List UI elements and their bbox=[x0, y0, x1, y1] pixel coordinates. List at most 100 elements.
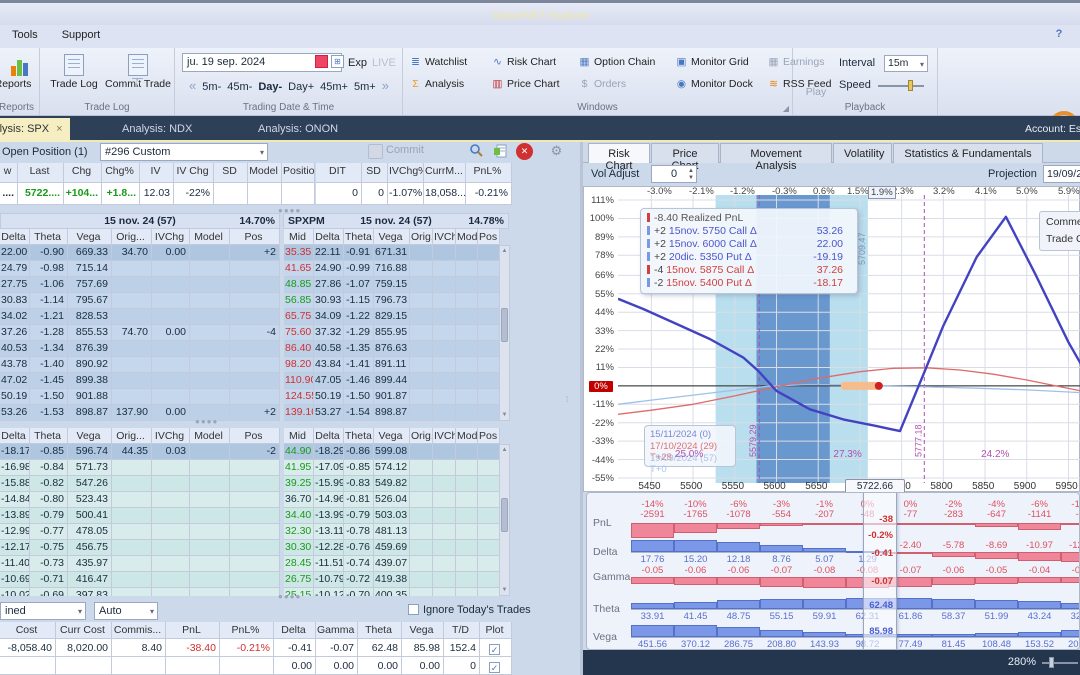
gear-icon[interactable]: ⚙ bbox=[548, 143, 565, 160]
chevrons-right-icon[interactable]: » bbox=[382, 78, 389, 93]
live-label[interactable]: LIVE bbox=[372, 57, 396, 69]
ignore-trades-checkbox[interactable]: Ignore Today's Trades bbox=[408, 604, 531, 616]
spin-down-icon[interactable]: ▼ bbox=[688, 175, 694, 182]
option-row[interactable]: -15.88-0.82547.2639.25-15.99-0.83549.82 bbox=[0, 476, 500, 492]
option-row[interactable]: 40.53-1.34876.3986.4040.58-1.35876.63 bbox=[0, 341, 500, 357]
window-button-orders: $Orders bbox=[578, 78, 626, 90]
strategy-dropdown[interactable]: #296 Custom▾ bbox=[100, 143, 268, 161]
menu-item-support[interactable]: Support bbox=[50, 25, 113, 45]
chart-tab-movement-analysis[interactable]: Movement Analysis bbox=[720, 143, 832, 163]
zoom-slider-thumb[interactable] bbox=[1049, 657, 1054, 668]
option-row[interactable]: 22.00-0.90669.3334.700.00+235.3522.11-0.… bbox=[0, 245, 500, 261]
cell: 523.43 bbox=[68, 492, 112, 508]
delete-icon[interactable]: ✕ bbox=[516, 143, 533, 160]
step-Day-[interactable]: Day- bbox=[258, 81, 282, 93]
option-row[interactable]: -10.69-0.71416.4726.75-10.79-0.72419.38 bbox=[0, 572, 500, 588]
option-row[interactable]: 34.02-1.21828.5365.7534.09-1.22829.15 bbox=[0, 309, 500, 325]
cell: 8,020.00 bbox=[56, 639, 112, 657]
chart-tab-volatility[interactable]: Volatility bbox=[833, 143, 892, 163]
scroll-thumb[interactable] bbox=[501, 308, 508, 342]
comment-box[interactable]: Comme Trade C bbox=[1039, 211, 1080, 251]
step-45m+[interactable]: 45m+ bbox=[320, 81, 348, 93]
scroll-up-icon[interactable]: ▲ bbox=[500, 248, 509, 254]
scroll-down-icon[interactable]: ▼ bbox=[500, 412, 509, 418]
scroll-down-icon[interactable]: ▼ bbox=[500, 587, 509, 593]
close-icon[interactable]: × bbox=[56, 123, 62, 135]
combined-dropdown[interactable]: ined▾ bbox=[0, 602, 86, 620]
panel-splitter[interactable]: ⁞ bbox=[566, 395, 574, 404]
option-row[interactable]: 47.02-1.45899.38110.9047.05-1.46899.44 bbox=[0, 373, 500, 389]
option-row[interactable]: -12.99-0.77478.0532.30-13.11-0.78481.13 bbox=[0, 524, 500, 540]
option-row[interactable]: 30.83-1.14795.6756.8530.93-1.15796.73 bbox=[0, 293, 500, 309]
commit-trade-button[interactable]: + Commit Trade bbox=[102, 54, 174, 90]
step-45m-[interactable]: 45m- bbox=[227, 81, 252, 93]
spin-up-icon[interactable]: ▲ bbox=[688, 168, 694, 175]
option-row[interactable]: 53.26-1.53898.87137.900.00+2139.1053.27-… bbox=[0, 405, 500, 421]
chevrons-left-icon[interactable]: « bbox=[189, 78, 196, 93]
step-Day+[interactable]: Day+ bbox=[288, 81, 314, 93]
tab-analysis-onon[interactable]: Analysis: ONON bbox=[248, 118, 368, 142]
option-row[interactable]: -13.89-0.79500.4134.40-13.99-0.79503.03 bbox=[0, 508, 500, 524]
window-button-monitor-grid[interactable]: ▣Monitor Grid bbox=[675, 56, 749, 68]
chart-tab-statistics-fundamentals[interactable]: Statistics & Fundamentals bbox=[893, 143, 1043, 163]
scroll-up-icon[interactable]: ▲ bbox=[500, 447, 509, 453]
tab-analysis-spx[interactable]: Analysis: SPX× bbox=[0, 118, 70, 142]
option-row[interactable]: 50.19-1.50901.88124.5550.19-1.50901.87 bbox=[0, 389, 500, 405]
scrollbar[interactable]: ▲▼ bbox=[499, 444, 510, 596]
auto-dropdown[interactable]: Auto▾ bbox=[94, 602, 158, 620]
window-button-watchlist[interactable]: ≣Watchlist bbox=[409, 56, 467, 68]
history-icon[interactable]: ⊞ bbox=[331, 55, 344, 68]
cell: 139.10 bbox=[284, 405, 314, 421]
projection-date-input[interactable]: 19/09/2024 bbox=[1043, 165, 1080, 183]
tab-analysis-ndx[interactable]: Analysis: NDX bbox=[112, 118, 224, 142]
chart-tab-price-chart[interactable]: Price Chart bbox=[651, 143, 719, 163]
option-row[interactable]: 24.79-0.98715.1441.6524.90-0.99716.88 bbox=[0, 261, 500, 277]
trade-log-button[interactable]: Trade Log bbox=[44, 54, 104, 90]
status-bar: 280% bbox=[583, 650, 1080, 675]
option-row[interactable]: 37.26-1.28855.5374.700.00-475.6037.32-1.… bbox=[0, 325, 500, 341]
greek-bar bbox=[1061, 630, 1080, 637]
search-icon[interactable] bbox=[468, 143, 485, 160]
step-5m-[interactable]: 5m- bbox=[202, 81, 221, 93]
checkbox-icon[interactable]: ✓ bbox=[489, 644, 500, 655]
exp-label[interactable]: Exp bbox=[348, 57, 367, 69]
col-header: Vega bbox=[402, 622, 444, 639]
commit-button[interactable]: Commit bbox=[386, 144, 424, 156]
cell: -0.73 bbox=[30, 556, 68, 572]
speed-slider[interactable] bbox=[878, 85, 924, 87]
export-sheet-icon[interactable] bbox=[492, 143, 509, 160]
window-button-analysis[interactable]: ΣAnalysis bbox=[409, 78, 464, 90]
vol-adjust-spinner[interactable]: 0 ▲ ▼ bbox=[651, 165, 697, 183]
greek-value: -5.78 bbox=[932, 540, 975, 551]
zoom-slider[interactable] bbox=[1042, 662, 1078, 664]
window-button-monitor-dock[interactable]: ◉Monitor Dock bbox=[675, 78, 753, 90]
window-button-option-chain[interactable]: ▦Option Chain bbox=[578, 56, 655, 68]
speed-slider-thumb[interactable] bbox=[908, 80, 913, 91]
cell: 47.05 bbox=[314, 373, 344, 389]
menu-item-tools[interactable]: Tools bbox=[0, 25, 50, 45]
option-row[interactable]: 27.75-1.06757.6948.8527.86-1.07759.15 bbox=[0, 277, 500, 293]
step-5m+[interactable]: 5m+ bbox=[354, 81, 376, 93]
scrollbar[interactable]: ▲▼ bbox=[499, 245, 510, 421]
chart-tab-risk-chart[interactable]: Risk Chart bbox=[588, 143, 650, 163]
cell: 435.97 bbox=[68, 556, 112, 572]
reports-button[interactable]: Reports bbox=[0, 54, 40, 90]
option-row[interactable]: -14.84-0.80523.4336.70-14.96-0.81526.04 bbox=[0, 492, 500, 508]
option-row[interactable]: -10.02-0.69397.8325.15-10.12-0.70400.35 bbox=[0, 588, 500, 596]
option-row[interactable]: -18.17-0.85596.7444.350.03-244.90-18.29-… bbox=[0, 444, 500, 460]
option-row[interactable]: -12.17-0.75456.7530.30-12.28-0.76459.69 bbox=[0, 540, 500, 556]
interval-dropdown[interactable]: 15m▾ bbox=[884, 55, 928, 72]
option-row[interactable]: -16.98-0.84571.7341.95-17.09-0.85574.12 bbox=[0, 460, 500, 476]
splitter-handle[interactable]: ●●●● bbox=[195, 417, 218, 426]
cell bbox=[456, 524, 478, 540]
window-button-risk-chart[interactable]: ∿Risk Chart bbox=[491, 56, 556, 68]
option-row[interactable]: -11.40-0.73435.9728.45-11.51-0.74439.07 bbox=[0, 556, 500, 572]
option-row[interactable]: 43.78-1.40890.9298.2043.84-1.41891.11 bbox=[0, 357, 500, 373]
calendar-icon[interactable] bbox=[315, 55, 328, 68]
cell: -0.21% bbox=[220, 639, 274, 657]
checkbox-icon[interactable]: ✓ bbox=[489, 662, 500, 673]
quote-cell: 12.03 bbox=[140, 183, 174, 205]
scroll-thumb[interactable] bbox=[501, 498, 508, 532]
help-icon[interactable]: ? bbox=[1050, 28, 1068, 44]
window-button-price-chart[interactable]: ▥Price Chart bbox=[491, 78, 560, 90]
